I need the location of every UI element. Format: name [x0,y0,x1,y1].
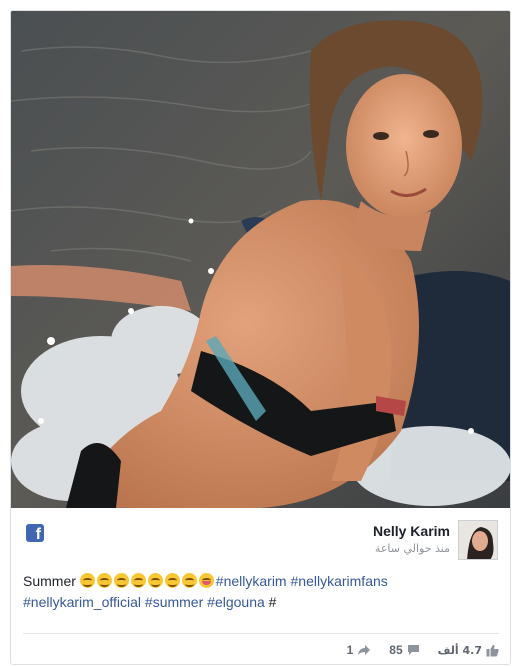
share-arrow-icon [358,645,371,655]
hashtag-nellykarimfans[interactable]: #nellykarimfans [291,573,388,589]
grinning-face-emoji-icon [164,573,180,588]
grinning-face-emoji-icon [181,573,197,588]
hashtag-summer[interactable]: #summer [145,594,203,610]
caption-emojis [79,573,216,589]
shares-stat[interactable]: 1 [347,643,372,657]
author-name[interactable]: Nelly Karim [373,523,450,539]
comments-count: 85 [389,643,403,657]
photo-illustration [11,11,510,508]
grinning-face-emoji-icon [130,573,146,588]
hashtag-elgouna[interactable]: #elgouna [207,594,265,610]
facebook-logo-icon[interactable]: f [26,524,44,543]
avatar-image [459,521,497,559]
post-header: f Nelly Karim منذ حوالي ساعة [11,508,510,568]
post-stats-bar: 1 85 4.7 ألف [23,637,499,663]
hashtag-nellykarim-official[interactable]: #nellykarim_official [23,594,141,610]
thumbs-up-icon [486,644,499,656]
grinning-face-emoji-icon [96,573,112,588]
comment-bubble-icon [407,645,419,655]
winking-tongue-face-emoji-icon [198,573,214,588]
post-photo[interactable] [11,11,510,508]
facebook-post-embed: f Nelly Karim منذ حوالي ساعة Summer #nel… [10,10,511,665]
footer-divider [23,633,499,634]
likes-count: 4.7 ألف [437,643,482,657]
grinning-face-emoji-icon [113,573,129,588]
likes-stat[interactable]: 4.7 ألف [438,644,499,657]
grinning-face-emoji-icon [79,573,95,588]
hashtag-nellykarim[interactable]: #nellykarim [216,573,287,589]
hashtag-empty: # [268,594,277,610]
post-timestamp[interactable]: منذ حوالي ساعة [375,542,450,555]
author-avatar[interactable] [458,520,498,560]
caption-text: Summer [23,573,76,589]
grinning-face-emoji-icon [147,573,163,588]
post-caption: Summer #nellykarim #nellykarimfans #nell… [23,571,499,613]
shares-count: 1 [346,643,354,657]
comments-stat[interactable]: 85 [389,643,419,657]
